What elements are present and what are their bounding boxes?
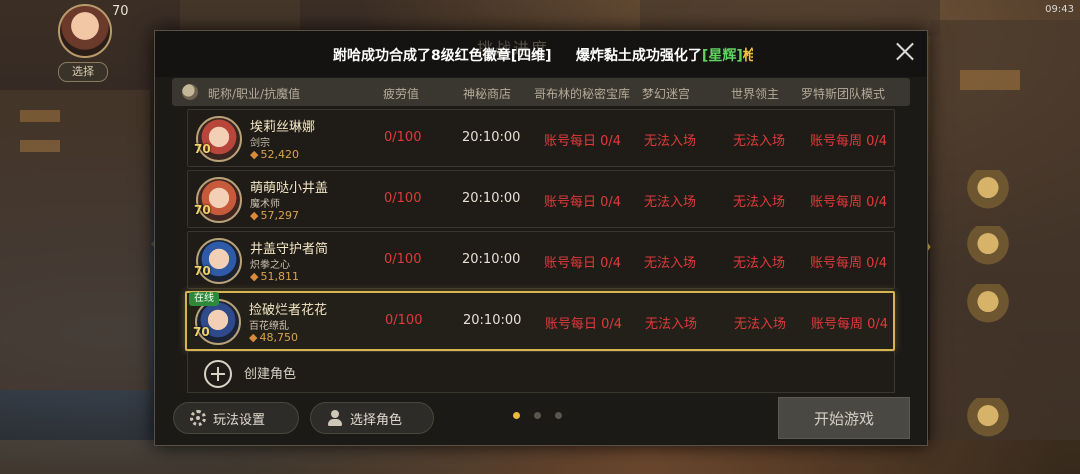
gameplay-settings-button[interactable]: 玩法设置 xyxy=(173,402,299,434)
character-job: 剑宗 xyxy=(250,138,270,149)
character-job: 百花缭乱 xyxy=(249,321,289,332)
character-row[interactable]: 70 井盖守护者简 炽拳之心 ◆ 51,811 0/100 20:10:00 账号… xyxy=(187,231,895,289)
close-icon[interactable] xyxy=(895,41,915,61)
character-name: 井盖守护者简 xyxy=(250,242,329,257)
status-time: 09:43 xyxy=(1045,3,1074,15)
lord-status: 无法入场 xyxy=(733,195,786,210)
maze-status: 无法入场 xyxy=(644,256,697,271)
shop-timer: 20:10:00 xyxy=(462,252,521,267)
create-character-label: 创建角色 xyxy=(244,367,297,382)
shop-timer: 20:10:00 xyxy=(462,191,521,206)
maze-status: 无法入场 xyxy=(644,134,697,149)
character-row[interactable]: 70 萌萌哒小井盖 魔术师 ◆ 57,297 0/100 20:10:00 账号每… xyxy=(187,170,895,228)
col-header-lord: 世界领主 xyxy=(731,87,780,101)
broadcast-ticker: 跗哈成功合成了8级红色徽章[四维] 爆炸黏土成功强化了[星辉]枪械 xyxy=(333,45,753,65)
rotes-progress: 账号每周 0/4 xyxy=(810,256,888,271)
character-name: 埃莉丝琳娜 xyxy=(250,120,316,135)
character-power: ◆ 57,297 xyxy=(250,209,299,222)
col-header-goblin: 哥布林的秘密宝库 xyxy=(534,87,631,101)
fatigue-value: 0/100 xyxy=(384,130,422,145)
fatigue-value: 0/100 xyxy=(385,313,423,328)
goblin-progress: 账号每日 0/4 xyxy=(544,256,622,271)
select-character-button[interactable]: 选择角色 xyxy=(310,402,434,434)
online-badge: 在线 xyxy=(189,292,219,306)
status-bar: 09:43 xyxy=(934,0,1074,18)
gameplay-settings-label: 玩法设置 xyxy=(213,412,266,428)
shop-timer: 20:10:00 xyxy=(462,130,521,145)
col-header-rotes: 罗特斯团队模式 xyxy=(801,87,886,101)
character-row-selected[interactable]: 在线 70 捡破烂者花花 百花缭乱 ◆ 48,750 0/100 20:10:00… xyxy=(185,291,895,351)
ticker-item-1: [四维] xyxy=(510,48,552,64)
player-tag[interactable]: 选择 xyxy=(58,62,108,82)
character-power: ◆ 48,750 xyxy=(249,331,298,344)
character-level: 70 xyxy=(194,142,211,156)
ticker-item-2: [星辉] xyxy=(701,48,743,64)
maze-status: 无法入场 xyxy=(645,317,698,332)
power-gem-icon: ◆ xyxy=(250,209,259,222)
character-power: ◆ 51,811 xyxy=(250,270,299,283)
power-gem-icon: ◆ xyxy=(250,148,259,161)
side-menu-icon-4[interactable] xyxy=(966,398,1010,442)
character-level: 70 xyxy=(193,325,210,339)
page-dot[interactable] xyxy=(534,412,541,419)
side-menu-icon-1[interactable] xyxy=(966,170,1010,214)
goblin-progress: 账号每日 0/4 xyxy=(544,134,622,149)
page-dot[interactable] xyxy=(555,412,562,419)
lord-status: 无法入场 xyxy=(734,317,787,332)
col-header-shop: 神秘商店 xyxy=(463,87,512,101)
ticker-text-1: 跗哈成功合成了8级红色徽章 xyxy=(333,48,511,64)
col-header-maze: 梦幻迷宫 xyxy=(642,87,691,101)
ticker-text-3: 枪械 xyxy=(742,48,753,64)
col-header-name: 昵称/职业/抗魔值 xyxy=(208,87,301,101)
character-head-icon xyxy=(182,84,198,100)
side-menu-icon-3[interactable] xyxy=(966,284,1010,328)
lord-status: 无法入场 xyxy=(733,256,786,271)
character-name: 萌萌哒小井盖 xyxy=(250,181,329,196)
player-avatar[interactable] xyxy=(58,4,112,58)
ticker-text-2: 爆炸黏土成功强化了 xyxy=(575,48,702,64)
page-dot[interactable] xyxy=(513,412,520,419)
goblin-progress: 账号每日 0/4 xyxy=(544,195,622,210)
page-indicator xyxy=(513,412,562,419)
character-power: ◆ 52,420 xyxy=(250,148,299,161)
maze-status: 无法入场 xyxy=(644,195,697,210)
plus-icon xyxy=(204,360,232,388)
lord-status: 无法入场 xyxy=(733,134,786,149)
power-gem-icon: ◆ xyxy=(250,270,259,283)
col-header-fatigue: 疲劳值 xyxy=(383,87,420,101)
create-character-button[interactable]: 创建角色 xyxy=(187,351,895,393)
power-value: 48,750 xyxy=(259,331,298,344)
character-row[interactable]: 70 埃莉丝琳娜 剑宗 ◆ 52,420 0/100 20:10:00 账号每日 … xyxy=(187,109,895,167)
rotes-progress: 账号每周 0/4 xyxy=(811,317,889,332)
challenge-progress-dialog: 挑战进度 跗哈成功合成了8级红色徽章[四维] 爆炸黏土成功强化了[星辉]枪械 昵… xyxy=(154,30,928,446)
goblin-progress: 账号每日 0/4 xyxy=(545,317,623,332)
fatigue-value: 0/100 xyxy=(384,191,422,206)
character-name: 捡破烂者花花 xyxy=(249,303,328,318)
player-level: 70 xyxy=(112,4,129,19)
gear-icon xyxy=(190,410,206,426)
rotes-progress: 账号每周 0/4 xyxy=(810,134,888,149)
fatigue-value: 0/100 xyxy=(384,252,422,267)
power-value: 57,297 xyxy=(260,209,299,222)
power-gem-icon: ◆ xyxy=(249,331,258,344)
person-icon xyxy=(327,410,343,426)
table-header: 昵称/职业/抗魔值 疲劳值 神秘商店 哥布林的秘密宝库 梦幻迷宫 世界领主 罗特… xyxy=(172,78,910,106)
rotes-progress: 账号每周 0/4 xyxy=(810,195,888,210)
select-character-label: 选择角色 xyxy=(350,412,403,428)
character-level: 70 xyxy=(194,264,211,278)
character-job: 魔术师 xyxy=(250,199,280,210)
side-menu-icon-2[interactable] xyxy=(966,226,1010,270)
shop-timer: 20:10:00 xyxy=(463,313,522,328)
power-value: 51,811 xyxy=(260,270,299,283)
character-job: 炽拳之心 xyxy=(250,260,290,271)
start-game-button[interactable]: 开始游戏 xyxy=(778,397,910,439)
character-level: 70 xyxy=(194,203,211,217)
power-value: 52,420 xyxy=(260,148,299,161)
